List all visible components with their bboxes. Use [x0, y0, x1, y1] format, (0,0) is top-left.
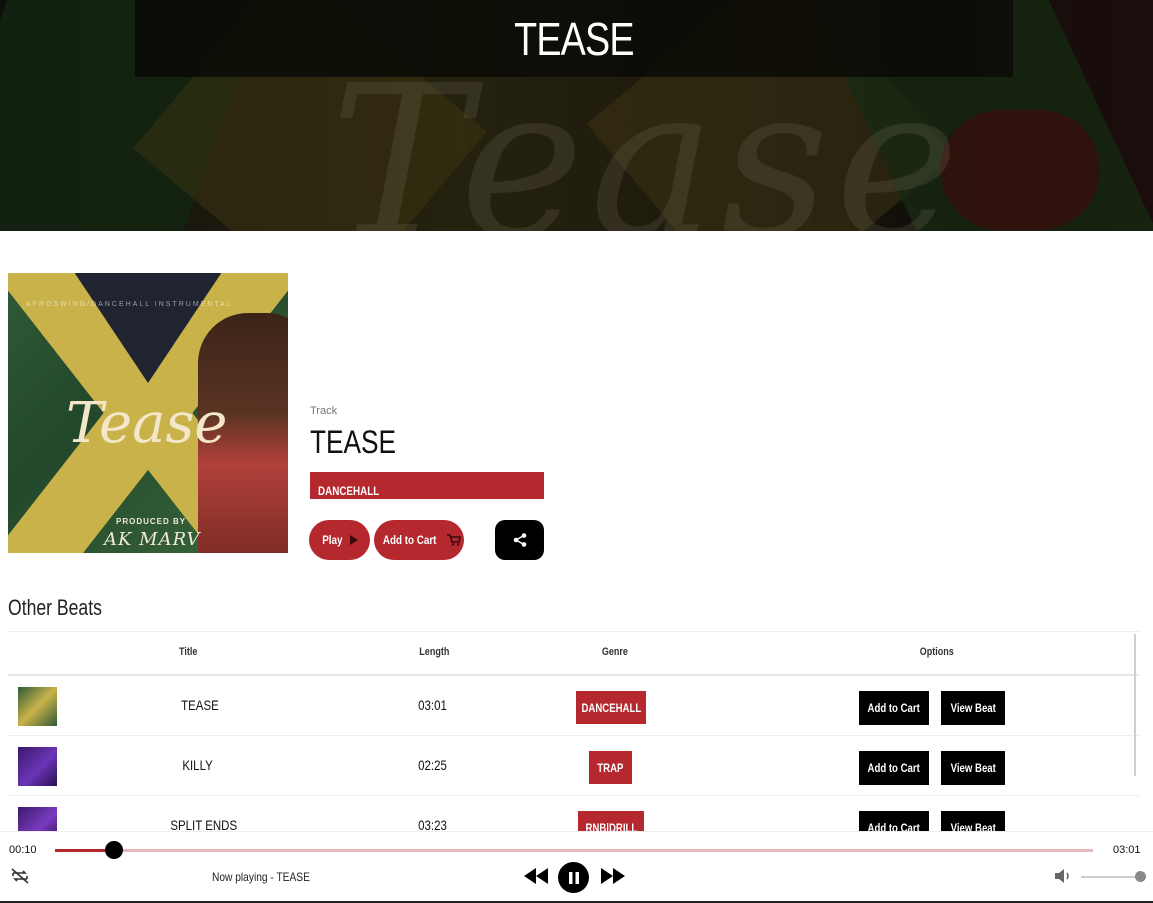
beat-genre-tag: DANCEHALL: [576, 691, 646, 724]
cover-art: AFROSWING/DANCEHALL INSTRUMENTAL Tease P…: [8, 273, 288, 553]
table-scrollbar[interactable]: [1134, 634, 1136, 776]
page-title: TEASE: [514, 12, 634, 65]
column-options: Options: [919, 646, 954, 658]
audio-player: 00:10 03:01 Now playing - TEASE: [0, 831, 1153, 903]
repeat-off-icon: [11, 868, 29, 884]
column-title: Title: [179, 646, 198, 658]
play-icon: [350, 535, 359, 545]
play-button[interactable]: Play: [309, 520, 370, 560]
column-length: Length: [419, 646, 450, 658]
progress-bar[interactable]: [55, 849, 1093, 852]
beat-genre-tag: TRAP: [589, 751, 632, 784]
total-time: 03:01: [1113, 844, 1141, 856]
hero-banner: Tease TEASE: [0, 0, 1153, 231]
view-beat-button[interactable]: View Beat: [941, 811, 1005, 831]
table-row: TEASE 03:01 DANCEHALL Add to Cart View B…: [8, 676, 1139, 736]
add-to-cart-button[interactable]: Add to Cart: [859, 751, 929, 785]
share-icon: [513, 533, 526, 547]
beat-thumbnail: [18, 807, 57, 831]
play-button-label: Play: [321, 533, 343, 547]
cover-top-text: AFROSWING/DANCEHALL INSTRUMENTAL: [26, 301, 233, 308]
pause-icon: [568, 871, 579, 884]
beat-title: SPLIT ENDS: [170, 817, 238, 831]
beat-title: KILLY: [182, 757, 213, 773]
cart-icon: [447, 534, 462, 546]
volume-button[interactable]: [1053, 864, 1075, 888]
rewind-button[interactable]: [523, 864, 549, 888]
add-to-cart-button[interactable]: Add to Cart: [859, 691, 929, 725]
share-button[interactable]: [495, 520, 544, 560]
rewind-icon: [524, 868, 548, 884]
pause-button[interactable]: [558, 862, 589, 893]
view-beat-button[interactable]: View Beat: [941, 691, 1005, 725]
now-playing-text: Now playing - TEASE: [212, 870, 310, 884]
add-to-cart-button[interactable]: Add to Cart: [374, 520, 464, 560]
beats-table[interactable]: Title Length Genre Options TEASE 03:01 D…: [8, 631, 1139, 831]
track-title: TEASE: [310, 424, 397, 460]
beat-length: 03:01: [418, 697, 447, 713]
beat-thumbnail: [18, 747, 57, 786]
beat-length: 02:25: [418, 757, 447, 773]
volume-icon: [1055, 869, 1069, 883]
track-type-label: Track: [310, 405, 338, 417]
volume-knob[interactable]: [1135, 871, 1146, 882]
view-beat-button[interactable]: View Beat: [941, 751, 1005, 785]
cover-produced-by: PRODUCED BY: [116, 517, 187, 526]
column-genre: Genre: [601, 646, 628, 658]
beat-length: 03:23: [418, 817, 447, 831]
other-beats-title: Other Beats: [8, 595, 102, 620]
add-to-cart-button[interactable]: Add to Cart: [859, 811, 929, 831]
table-row: SPLIT ENDS 03:23 RNB|DRILL Add to Cart V…: [8, 796, 1139, 831]
beat-thumbnail: [18, 687, 57, 726]
table-row: KILLY 02:25 TRAP Add to Cart View Beat: [8, 736, 1139, 796]
table-header: Title Length Genre Options: [8, 632, 1139, 676]
cover-producer: AK MARV: [104, 529, 201, 550]
genre-bar[interactable]: DANCEHALL: [310, 472, 544, 499]
genre-label: DANCEHALL: [318, 484, 380, 498]
fast-forward-icon: [601, 868, 625, 884]
repeat-button[interactable]: [9, 864, 31, 888]
volume-slider[interactable]: [1081, 876, 1139, 878]
beat-genre-tag: RNB|DRILL: [578, 811, 644, 831]
cover-word: Tease: [66, 391, 228, 456]
fast-forward-button[interactable]: [600, 864, 626, 888]
progress-knob[interactable]: [105, 841, 124, 859]
hero-title-bar: TEASE: [135, 0, 1013, 77]
current-time: 00:10: [9, 844, 37, 856]
beat-title: TEASE: [181, 697, 219, 713]
add-to-cart-label: Add to Cart: [382, 533, 437, 547]
